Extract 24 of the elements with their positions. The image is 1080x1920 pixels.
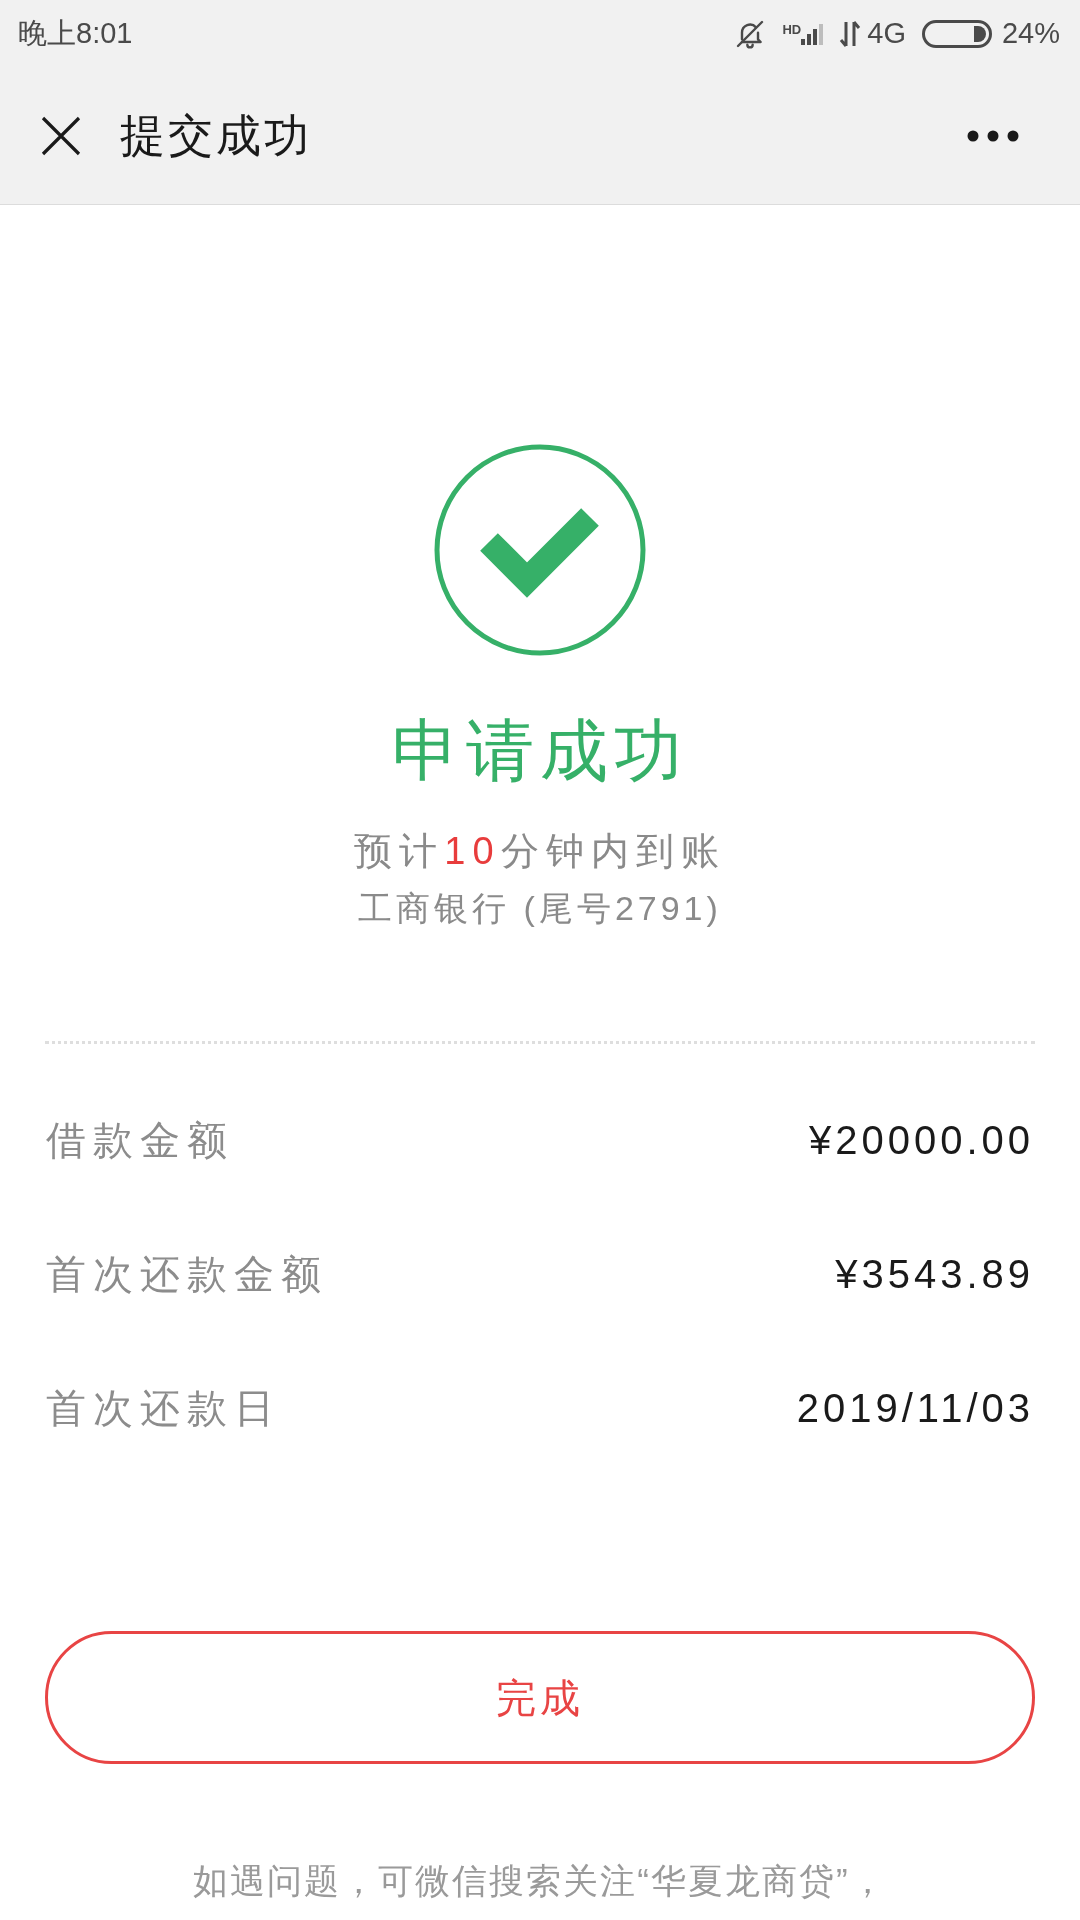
status-time: 晚上8:01 bbox=[18, 16, 133, 52]
data-arrows-icon bbox=[839, 20, 862, 48]
close-button[interactable] bbox=[40, 115, 82, 157]
close-icon bbox=[41, 116, 81, 156]
detail-value: ¥3543.89 bbox=[835, 1251, 1034, 1298]
signal-icon bbox=[801, 23, 826, 45]
detail-label: 借款金额 bbox=[46, 1117, 234, 1164]
bank-account: 工商银行 (尾号2791) bbox=[358, 888, 722, 929]
check-circle-icon bbox=[434, 444, 646, 656]
battery-percent: 24% bbox=[1001, 16, 1060, 52]
detail-label: 首次还款金额 bbox=[46, 1251, 328, 1298]
page-title: 提交成功 bbox=[120, 109, 312, 164]
hd-label: HD bbox=[782, 23, 802, 36]
detail-value: 2019/11/03 bbox=[796, 1385, 1034, 1432]
help-note: 如遇问题，可微信搜索关注“华夏龙商贷”， bbox=[193, 1860, 887, 1902]
detail-value: ¥20000.00 bbox=[808, 1117, 1034, 1164]
result-title: 申请成功 bbox=[392, 711, 688, 790]
done-button[interactable]: 完成 bbox=[45, 1631, 1035, 1764]
arrival-estimate: 预计 10 分钟内到账 bbox=[354, 829, 726, 874]
network-type: 4G bbox=[867, 16, 906, 52]
more-button[interactable] bbox=[966, 129, 1020, 143]
detail-label: 首次还款日 bbox=[46, 1385, 281, 1432]
more-icon bbox=[967, 130, 1019, 142]
battery-icon bbox=[921, 20, 992, 48]
